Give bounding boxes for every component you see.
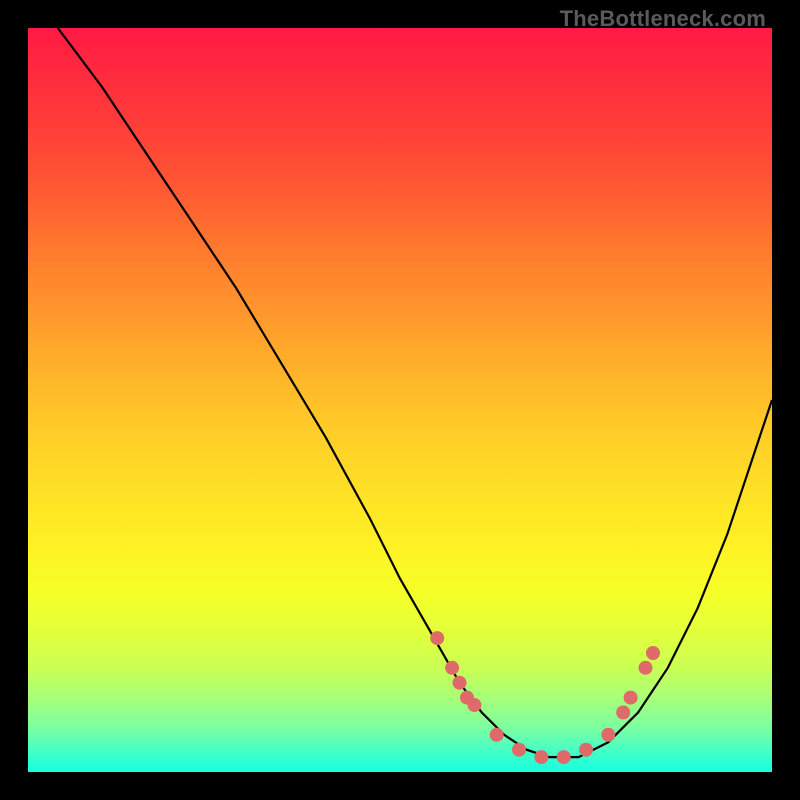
data-marker — [467, 698, 481, 712]
data-marker — [616, 706, 630, 720]
bottleneck-curve — [58, 28, 772, 757]
data-marker — [639, 661, 653, 675]
data-marker — [445, 661, 459, 675]
data-marker — [534, 750, 548, 764]
data-marker — [453, 676, 467, 690]
data-marker — [512, 743, 526, 757]
data-marker — [624, 691, 638, 705]
data-marker — [430, 631, 444, 645]
chart-frame: TheBottleneck.com — [0, 0, 800, 800]
marker-group — [430, 631, 660, 764]
data-marker — [646, 646, 660, 660]
watermark-text: TheBottleneck.com — [560, 6, 766, 32]
data-marker — [557, 750, 571, 764]
plot-area — [28, 28, 772, 772]
data-marker — [490, 728, 504, 742]
chart-svg — [28, 28, 772, 772]
data-marker — [579, 743, 593, 757]
data-marker — [601, 728, 615, 742]
